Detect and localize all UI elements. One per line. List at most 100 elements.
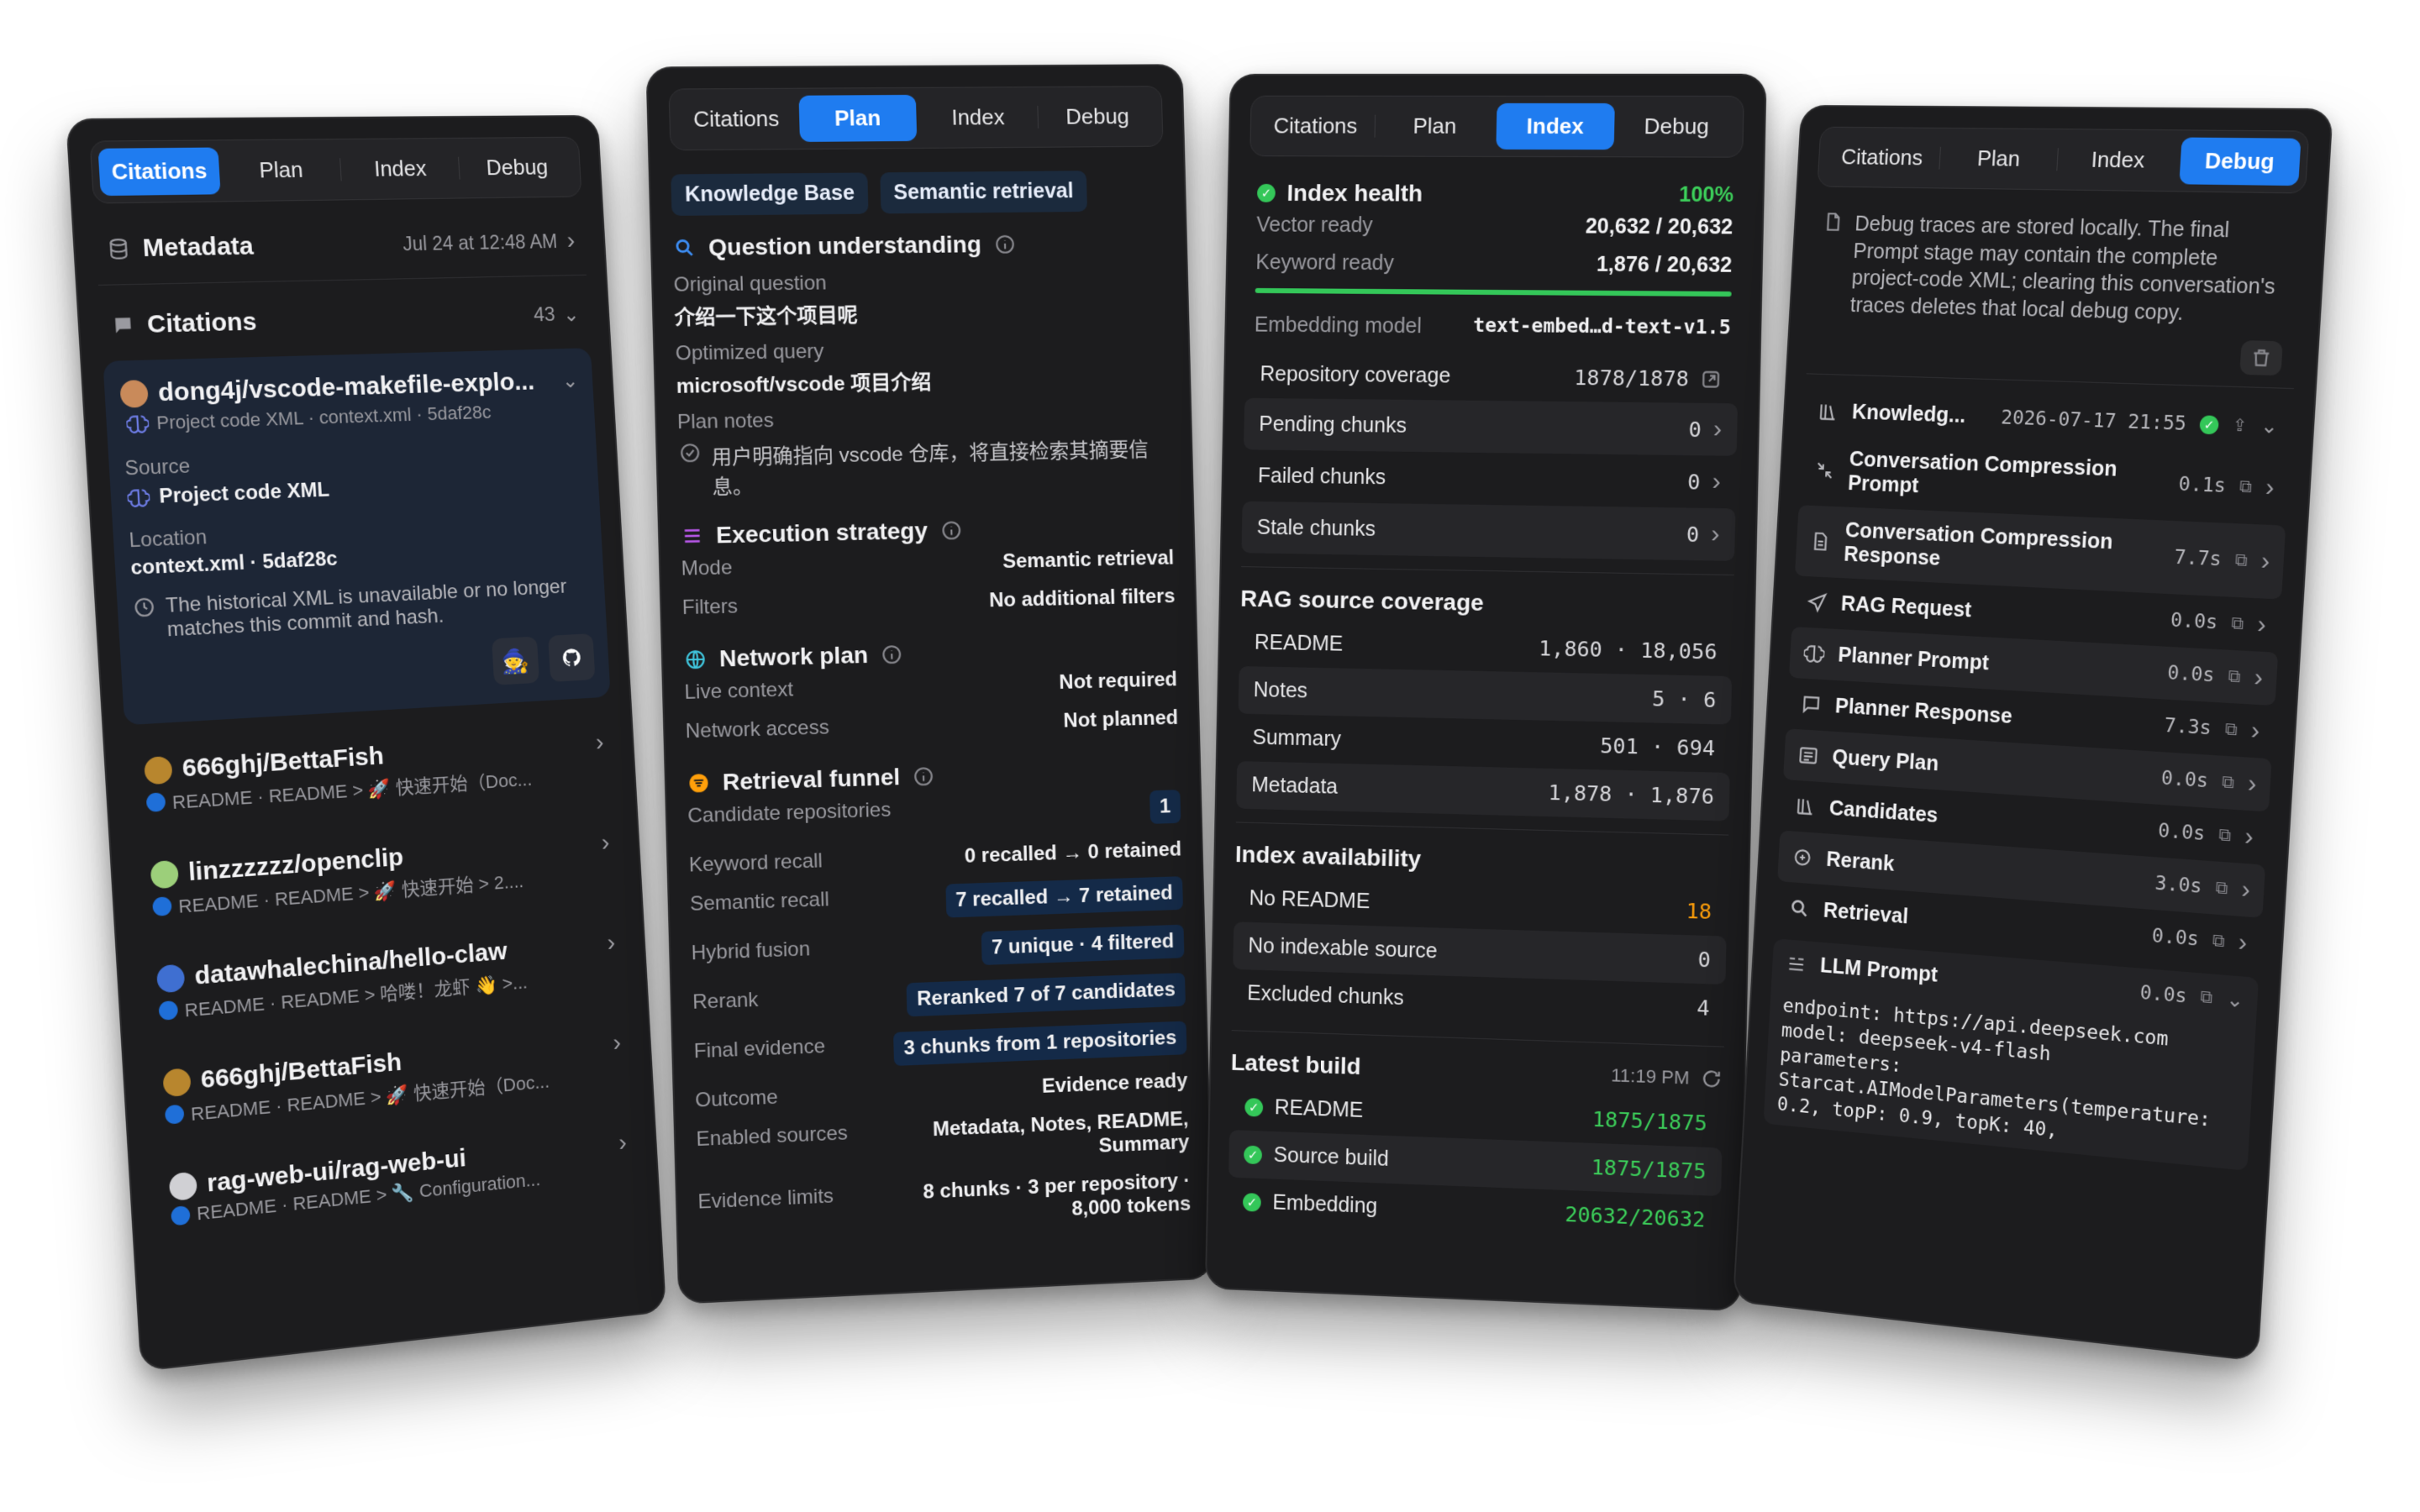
wizard-button[interactable]: 🧙 [492, 637, 539, 685]
filters-label: Filters [682, 595, 739, 620]
clear-traces-button[interactable] [2239, 340, 2283, 375]
trace-name: Knowledg... [1851, 401, 1966, 428]
search-icon [672, 236, 697, 260]
github-button[interactable] [548, 633, 595, 682]
step-name: Retrieval [1823, 898, 2139, 947]
tab-debug[interactable]: Debug [1617, 103, 1736, 150]
step-time: 0.0s [2158, 820, 2207, 845]
chevron-right-icon: › [2238, 928, 2248, 958]
readme-icon [152, 896, 172, 916]
step-time: 3.0s [2154, 873, 2202, 898]
final-evidence-label: Final evidence [693, 1035, 825, 1074]
copy-icon[interactable]: ⧉ [2215, 878, 2228, 898]
keyword-recall-value: 0 recalled → 0 retained [965, 838, 1182, 869]
tab-bar: Citations Plan Index Debug [90, 137, 582, 204]
pending-chunks-row[interactable]: Pending chunks 0 › [1244, 398, 1738, 456]
chevron-right-icon: › [2241, 875, 2251, 905]
copy-icon[interactable]: ⧉ [2218, 825, 2232, 845]
copy-icon[interactable]: ⧉ [2224, 720, 2238, 740]
citation-list: 666ghj/BettaFish › README · README > 🚀 快… [125, 710, 639, 1255]
tab-bar: Citations Plan Index Debug [669, 86, 1164, 150]
build-label: README [1275, 1095, 1364, 1123]
availability-label: No README [1249, 886, 1370, 914]
external-link-icon[interactable] [1699, 367, 1723, 391]
rag-label: README [1255, 631, 1344, 657]
tab-plan[interactable]: Plan [798, 95, 917, 142]
chevron-right-icon: › [607, 929, 616, 958]
copy-icon[interactable]: ⧉ [2212, 931, 2225, 951]
metadata-row[interactable]: Metadata Jul 24 at 12:48 AM › [95, 220, 586, 271]
globe-icon [683, 648, 708, 672]
mode-value: Semantic retrieval [1002, 547, 1175, 574]
info-icon[interactable] [880, 643, 904, 667]
step-name: Candidates [1828, 796, 2145, 843]
stale-chunks-row[interactable]: Stale chunks 0 › [1241, 501, 1735, 561]
refresh-icon[interactable] [1699, 1067, 1723, 1091]
network-access-value: Not planned [1063, 706, 1178, 733]
rag-label: Summary [1252, 726, 1341, 752]
chevron-right-icon: › [2254, 664, 2264, 693]
tab-bar: Citations Plan Index Debug [1817, 127, 2309, 194]
readme-icon [158, 1000, 178, 1021]
search-icon [1788, 896, 1812, 921]
avatar [169, 1172, 197, 1202]
info-icon[interactable] [939, 518, 964, 543]
keyword-recall-label: Keyword recall [689, 849, 823, 877]
copy-icon[interactable]: ⧉ [2222, 773, 2235, 793]
copy-icon[interactable]: ⧉ [2228, 667, 2241, 687]
tab-index[interactable]: Index [919, 94, 1037, 141]
chevron-right-icon: › [1712, 468, 1721, 496]
limits-label: Evidence limits [697, 1184, 834, 1237]
share-icon[interactable]: ⇪ [2232, 414, 2248, 436]
tab-citations[interactable]: Citations [97, 147, 220, 196]
tab-debug[interactable]: Debug [460, 144, 575, 192]
metadata-time: Jul 24 at 12:48 AM [402, 230, 558, 255]
optimized-label: Optimized query [676, 335, 1169, 366]
limits-value: 8 chunks · 3 per repository · 8,000 toke… [891, 1169, 1192, 1230]
tab-plan[interactable]: Plan [221, 146, 341, 194]
books-icon [1794, 795, 1818, 819]
copy-icon[interactable]: ⧉ [2231, 614, 2244, 634]
step-name: Conversation Compression Response [1844, 518, 2163, 581]
trash-icon [2249, 345, 2274, 370]
llm-prompt-section: LLM Prompt 0.0s ⧉ ⌄ endpoint: https://api.d… [1764, 938, 2260, 1171]
tab-index[interactable]: Index [341, 145, 459, 192]
copy-icon[interactable]: ⧉ [2200, 988, 2213, 1008]
tab-debug[interactable]: Debug [1039, 93, 1155, 140]
info-icon[interactable] [912, 764, 936, 789]
brain-icon [126, 486, 151, 511]
stale-label: Stale chunks [1256, 515, 1376, 541]
chevron-down-icon[interactable]: ⌄ [561, 369, 579, 393]
chevron-right-icon: › [2244, 822, 2254, 852]
tab-index[interactable]: Index [1496, 103, 1614, 150]
tab-plan[interactable]: Plan [1376, 103, 1494, 150]
build-time: 11:19 PM [1611, 1064, 1690, 1089]
citations-title: Citations [146, 307, 257, 339]
info-icon[interactable] [992, 233, 1017, 256]
copy-icon[interactable]: ⧉ [2234, 550, 2248, 570]
copy-icon[interactable]: ⧉ [2239, 477, 2253, 497]
list-icon [1797, 743, 1820, 768]
failed-chunks-row[interactable]: Failed chunks 0 › [1243, 449, 1737, 508]
tab-citations[interactable]: Citations [1824, 134, 1939, 181]
citation-expanded-card[interactable]: dong4j/vscode-makefile-explo... ⌄ Projec… [103, 348, 610, 725]
funnel-title: Retrieval funnel [722, 764, 900, 795]
embedding-label: Embedding model [1255, 313, 1423, 339]
build-value: 1875/1875 [1591, 1155, 1706, 1184]
hybrid-label: Hybrid fusion [691, 937, 810, 975]
mode-label: Mode [681, 556, 733, 581]
tab-index[interactable]: Index [2058, 136, 2178, 184]
source-value: Project code XML [159, 479, 330, 509]
question-title: Question understanding [708, 231, 981, 261]
vector-value: 20,632 / 20,632 [1586, 214, 1733, 239]
tab-citations[interactable]: Citations [1257, 103, 1374, 150]
tab-plan[interactable]: Plan [1940, 135, 2058, 182]
citations-header[interactable]: Citations 43 ⌄ [99, 288, 590, 352]
wizard-icon: 🧙 [501, 646, 530, 675]
github-icon [560, 645, 583, 669]
network-title: Network plan [719, 642, 869, 673]
tab-debug[interactable]: Debug [2179, 137, 2302, 186]
message-icon [1800, 692, 1823, 717]
tab-citations[interactable]: Citations [676, 96, 796, 143]
build-label: Embedding [1272, 1190, 1377, 1219]
